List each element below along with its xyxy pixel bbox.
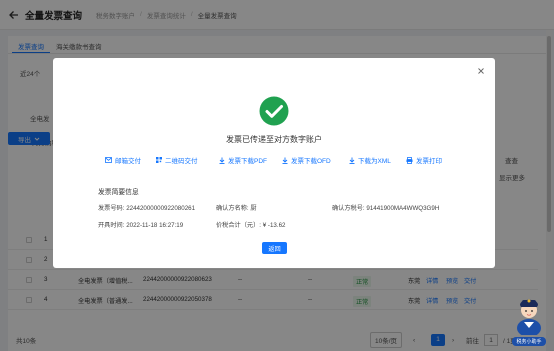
delivery-success-modal: 发票已传递至对方数字账户 邮箱交付 二维码交付 发票下载PDF 发票下载OFD … xyxy=(53,58,495,268)
print-invoice-button[interactable]: 发票打印 xyxy=(406,155,442,165)
mail-icon xyxy=(105,157,112,163)
download-xml-button[interactable]: 下载为XML xyxy=(349,155,391,165)
printer-icon xyxy=(406,156,413,164)
action-label: 二维码交付 xyxy=(165,158,198,165)
download-icon xyxy=(282,157,288,164)
action-label: 发票打印 xyxy=(416,158,442,165)
invoice-number-field: 发票号码: 22442000000922080261 xyxy=(98,205,196,212)
assistant-avatar[interactable] xyxy=(514,290,544,335)
return-button[interactable]: 返回 xyxy=(262,242,287,254)
download-icon xyxy=(349,157,355,164)
close-icon[interactable] xyxy=(477,67,485,75)
qrcode-icon xyxy=(156,157,162,163)
buyer-name-field: 确认方名称: 厨 xyxy=(216,205,257,212)
action-label: 邮箱交付 xyxy=(115,158,141,165)
summary-title: 发票简要信息 xyxy=(98,189,139,196)
assistant-badge[interactable]: 税务小助手 xyxy=(512,337,546,346)
action-label: 下载为XML xyxy=(358,158,391,165)
download-icon xyxy=(219,157,225,164)
total-amount-field: 价税合计（元）: ¥ -13.62 xyxy=(216,222,286,229)
delivery-actions: 邮箱交付 二维码交付 发票下载PDF 发票下载OFD 下载为XML 发票打印 xyxy=(53,155,495,165)
qrcode-deliver-button[interactable]: 二维码交付 xyxy=(156,155,198,165)
email-deliver-button[interactable]: 邮箱交付 xyxy=(105,155,141,165)
action-label: 发票下载OFD xyxy=(291,158,331,165)
buyer-tax-id-field: 确认方税号: 91441900MA4WWQ3G9H xyxy=(332,205,440,212)
download-pdf-button[interactable]: 发票下载PDF xyxy=(219,155,267,165)
modal-title: 发票已传递至对方数字账户 xyxy=(226,135,322,144)
issue-time-field: 开具时间: 2022-11-18 16:27:19 xyxy=(98,222,184,229)
success-check-icon xyxy=(259,96,289,126)
action-label: 发票下载PDF xyxy=(228,158,267,165)
download-ofd-button[interactable]: 发票下载OFD xyxy=(282,155,331,165)
